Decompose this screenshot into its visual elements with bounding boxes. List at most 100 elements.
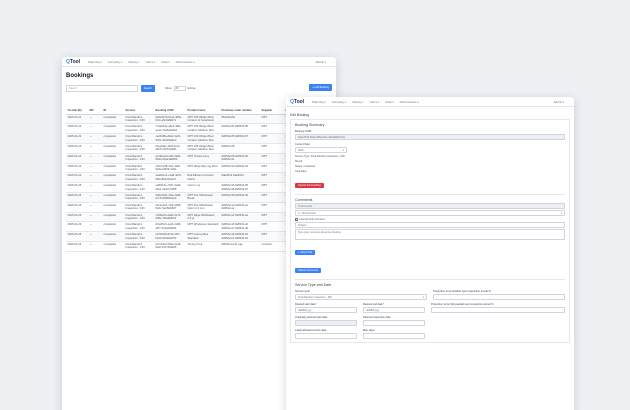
cell-visible-date: 2025-04-25 [66,182,88,193]
cell-service: Final Random Inspection - FRI [124,202,154,213]
cell-uuid: f4c7a0e2-5b9d-4e16-8a2f-1d7c3b9e05 [154,241,186,252]
current-step-select[interactable]: Draft [295,147,347,153]
nav-planning[interactable]: Planning [88,60,102,64]
edit-form-panel: Booking Summary Booking UUID 6a0e3b70-5c… [290,119,570,343]
nav-company-front[interactable]: Company [332,100,347,104]
cell-uuid: a7e8e4e9-c2f0-4a0d-8bd3-d04e1a8b52 [154,153,186,164]
cell-status: completed [102,172,124,184]
cell-status: completed [102,202,124,213]
col-header-supplier[interactable]: Supplier [260,97,284,115]
cell-service: Final Random Inspection - FRI [124,182,154,193]
cell-po: #a2542-84 #a5542-85 [220,123,260,135]
col-header-uuid[interactable]: Booking UUID [154,97,186,115]
nav-performance[interactable]: Performance [176,60,195,64]
cell-uuid: 4aa5e1c4-e1a8-4d7b-93f2-8b4c6e0a17 [154,172,186,184]
desired-start-label: Desired start date* [295,303,317,306]
brand-logo-front[interactable]: QTool [290,99,304,105]
nav-performance-front[interactable]: Performance [400,100,419,104]
cell-product: MPT Fire-Withdrawer Quinn 2.4 mm [186,202,220,213]
col-header-nd[interactable]: ND [88,97,102,115]
uuid-field[interactable]: 6a0e3b70-5ca4-4d5a-b1fe-a5c3a8d27c0a [295,134,565,140]
cell-product: MPT Fire-Withdrawer Break [186,192,220,203]
cell-visible-date: 2025-04-22 [66,143,88,154]
col-header-visible[interactable]: Vis-ible (D) [66,97,88,115]
cell-visible-date: 2025-04-25 [66,202,88,213]
cell-supplier: MPT [260,212,284,223]
latest-date-input[interactable] [295,333,357,339]
cell-po: #a5542-94 #a5542-95 #a5542-96 #a5542-97 [220,182,260,193]
page-size-select[interactable]: 25 [173,86,186,91]
cell-uuid: e3b7c2d8-4f1e-4a8f-9e6a-6f2b9c1d3e [154,163,186,174]
cell-visible-date: 2025-04-25 [66,192,88,203]
latest-date-row: Latest allowed service date Man Days [295,326,565,339]
note-type-select[interactable]: A - Normal Note [295,210,565,216]
cell-service: Final Random Inspection - FRI [124,231,154,243]
nav-user-menu[interactable]: Admin [316,60,326,64]
cell-supplier: MPT [260,192,284,203]
cell-status: completed [102,123,124,135]
col-header-po[interactable]: Purchase order number [220,97,260,115]
cell-po: #a5542-89 #a5542-90 #a5542-91 [220,153,260,164]
col-header-product[interactable]: Product name [186,97,220,115]
cell-po: #a5542-a9 #a5542-b0 #a5542-b1 #a5542-b2 [220,231,260,243]
nav-data-front[interactable]: Data [385,100,393,104]
comment-subject-input[interactable]: Subject [295,222,565,228]
nav-user-menu-front[interactable]: Admin [554,100,564,104]
cell-po: #a5542-a3 #a5542-a4 [220,212,260,223]
nav-company[interactable]: Company [108,60,123,64]
nav-users-front[interactable]: Users [369,100,379,104]
cell-service: Final Random Inspection - FRI [124,114,154,125]
submit-comment-button[interactable]: Submit Comment [295,268,322,273]
internal-only-checkbox[interactable]: Internal Only comment [295,218,565,221]
cell-uuid: d7a2f9c6-1e4b-4d38-a5f7-3c9e0b6d24 [154,221,186,233]
cell-supplier: MPT [260,221,284,233]
page-title: Bookings [66,73,94,79]
cell-nd: — [88,202,102,213]
col-header-id[interactable]: ID [102,97,124,115]
service-type-text: Service Type: Final Random Inspection - … [295,155,345,158]
nav-money-front[interactable]: Money [353,100,364,104]
cell-supplier: MPT [260,231,284,243]
result-text: Result: [295,160,303,163]
nav-data[interactable]: Data [161,60,169,64]
attach-file-button[interactable]: + Attach File [295,250,316,255]
cancel-booking-button[interactable]: Cancel this booking [295,183,324,188]
service-type-row: Service type* Final Random Inspection - … [295,287,565,300]
cell-nd: — [88,123,102,135]
comment-body-textarea[interactable]: Type your comment about the booking... [295,229,565,240]
cell-product: Timing Tuna [186,241,220,252]
page-size-control: Show 25 Entries [165,86,196,91]
entries-label: Entries [187,87,196,90]
cell-service: Final Random Inspection - FRI [124,192,154,203]
cell-visible-date: 2025-04-26 [66,221,88,233]
cell-status: completed [102,221,124,233]
cell-po: #a5542-86 #a5542-87 [220,133,260,144]
nav-money[interactable]: Money [129,60,140,64]
cell-product: MPT Toolset Army [186,153,220,164]
cell-supplier: MPT [260,153,284,164]
nav-users[interactable]: Users [145,60,155,64]
add-booking-button[interactable]: + Add Booking [309,84,332,91]
checkbox-box[interactable] [295,218,298,221]
search-button[interactable]: Search [141,85,155,92]
cell-nd: — [88,192,102,203]
cell-visible-date: 2025-04-21 [66,114,88,125]
man-days-input[interactable] [363,333,425,339]
cell-visible-date: 2025-04-22 [66,123,88,135]
nav-planning-front[interactable]: Planning [312,100,326,104]
cell-po: #a5542-a0 #a5542-a1 #a5542-a2 [220,202,260,213]
cell-visible-date: 2025-04-22 [66,153,88,164]
cell-status: completed [102,192,124,203]
man-days-label: Man Days [363,329,375,332]
cell-service: Final Random Inspection - FRI [124,241,154,252]
col-header-service[interactable]: Service [124,97,154,115]
brand-logo[interactable]: QTool [66,59,80,65]
cell-po: #f0542-pa-01 pap [220,241,260,252]
total-rate-text: Total Rate: [295,170,307,173]
cell-service: Final Random Inspection - FRI [124,212,154,223]
search-input[interactable]: Search [66,85,138,92]
internal-only-label: Internal Only comment [299,218,325,221]
cell-status: completed [102,182,124,193]
cell-visible-date: 2025-04-26 [66,231,88,243]
comments-count-field[interactable]: 0 Comments [295,203,565,209]
